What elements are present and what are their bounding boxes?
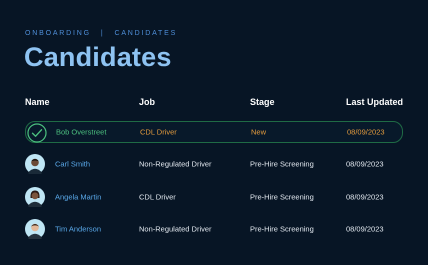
breadcrumb: ONBOARDING | CANDIDATES xyxy=(25,30,177,37)
candidate-name[interactable]: Tim Anderson xyxy=(55,225,101,234)
candidate-job: Non-Regulated Driver xyxy=(139,224,212,234)
table-row[interactable]: Tim Anderson Non-Regulated Driver Pre-Hi… xyxy=(25,218,403,240)
page-title: Candidates xyxy=(24,42,172,72)
avatar xyxy=(25,187,45,207)
check-circle-icon xyxy=(27,123,47,143)
avatar xyxy=(25,154,45,174)
column-header-stage[interactable]: Stage xyxy=(250,97,275,107)
candidate-job: Non-Regulated Driver xyxy=(139,159,212,169)
candidate-name[interactable]: Carl Smith xyxy=(55,160,90,169)
breadcrumb-candidates[interactable]: CANDIDATES xyxy=(114,30,177,37)
breadcrumb-separator: | xyxy=(100,30,105,37)
breadcrumb-onboarding[interactable]: ONBOARDING xyxy=(25,30,91,37)
candidate-job: CDL Driver xyxy=(140,127,177,137)
candidate-stage: Pre-Hire Screening xyxy=(250,159,314,169)
table-header: Name Job Stage Last Updated xyxy=(25,97,415,109)
column-header-name[interactable]: Name xyxy=(25,97,50,107)
candidate-name[interactable]: Bob Overstreet xyxy=(56,128,106,137)
avatar xyxy=(25,219,45,239)
column-header-job[interactable]: Job xyxy=(139,97,155,107)
candidate-stage: Pre-Hire Screening xyxy=(250,224,314,234)
candidate-last-updated: 08/09/2023 xyxy=(347,127,385,137)
column-header-last-updated[interactable]: Last Updated xyxy=(346,97,403,107)
candidate-stage: New xyxy=(251,127,267,137)
table-row[interactable]: Angela Martin CDL Driver Pre-Hire Screen… xyxy=(25,186,403,208)
candidate-last-updated: 08/09/2023 xyxy=(346,224,384,234)
table-row[interactable]: Carl Smith Non-Regulated Driver Pre-Hire… xyxy=(25,153,403,175)
candidate-last-updated: 08/09/2023 xyxy=(346,192,384,202)
candidate-job: CDL Driver xyxy=(139,192,176,202)
candidate-name[interactable]: Angela Martin xyxy=(55,193,101,202)
candidate-stage: Pre-Hire Screening xyxy=(250,192,314,202)
candidates-page: ONBOARDING | CANDIDATES Candidates Name … xyxy=(0,0,428,265)
table-row-selected[interactable]: Bob Overstreet CDL Driver New 08/09/2023 xyxy=(25,121,403,143)
candidate-last-updated: 08/09/2023 xyxy=(346,159,384,169)
